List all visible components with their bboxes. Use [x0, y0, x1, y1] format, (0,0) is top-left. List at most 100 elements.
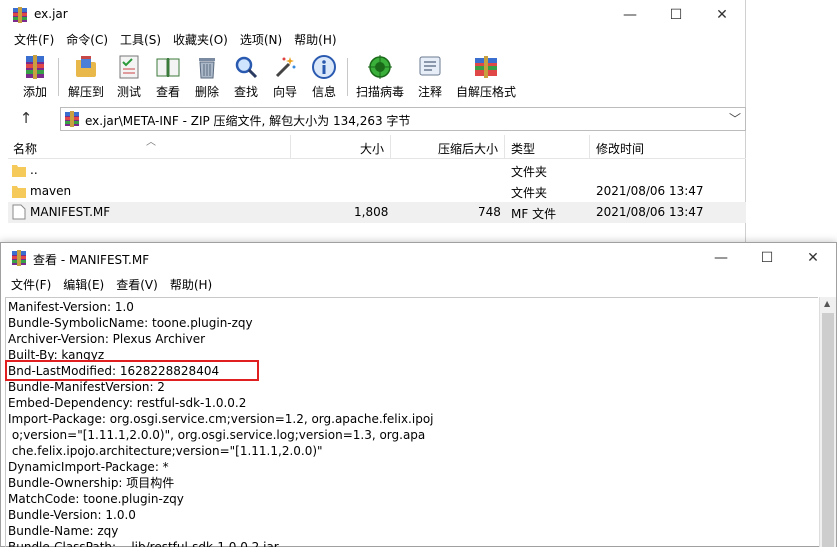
wizard-label: 向导 — [272, 85, 297, 99]
extract-to-button[interactable]: 解压到 — [64, 52, 108, 100]
main-toolbar: 添加 解压到 测试 查看 删除 查找 向导 信息 扫描病毒 注释 自解压格式 — [0, 52, 746, 102]
folder-icon — [12, 165, 26, 177]
manifest-line: Manifest-Version: 1.0 — [8, 300, 134, 314]
vertical-scrollbar[interactable]: ▲ — [819, 297, 836, 547]
scrollbar-thumb[interactable] — [822, 313, 834, 547]
view-label: 查看 — [155, 85, 180, 99]
add-label: 添加 — [22, 85, 47, 99]
find-label: 查找 — [233, 85, 258, 99]
up-arrow-icon[interactable]: ↑ — [16, 108, 36, 128]
wizard-icon — [275, 57, 296, 78]
manifest-line: Bundle-ClassPath: ., lib/restful-sdk-1.0… — [8, 540, 279, 547]
scroll-up-icon[interactable]: ▲ — [824, 299, 830, 308]
main-menu-bar: 文件(F) 命令(C) 工具(S) 收藏夹(O) 选项(N) 帮助(H) — [0, 30, 343, 50]
address-field[interactable]: ex.jar\META-INF - ZIP 压缩文件, 解包大小为 134,26… — [60, 107, 746, 131]
viewer-window: 查看 - MANIFEST.MF — ☐ ✕ 文件(F) 编辑(E) 查看(V)… — [0, 242, 837, 547]
manifest-line: MatchCode: toone.plugin-zqy — [8, 492, 184, 506]
menu-options[interactable]: 选项(N) — [234, 30, 288, 50]
sfx-icon — [475, 56, 497, 78]
info-icon — [312, 55, 336, 79]
find-icon — [235, 56, 258, 79]
comment-button[interactable]: 注释 — [408, 52, 452, 100]
add-button[interactable]: 添加 — [13, 52, 57, 100]
viewer-close-button[interactable]: ✕ — [790, 243, 836, 273]
comment-label: 注释 — [417, 85, 442, 99]
manifest-line: Import-Package: org.osgi.service.cm;vers… — [8, 412, 434, 426]
file-list-header: ︿ 名称 大小 压缩后大小 类型 修改时间 — [8, 135, 746, 159]
info-button[interactable]: 信息 — [302, 52, 346, 100]
add-archive-icon — [26, 55, 44, 79]
manifest-line: DynamicImport-Package: * — [8, 460, 169, 474]
address-path: ex.jar\META-INF - ZIP 压缩文件, 解包大小为 134,26… — [85, 114, 411, 128]
winrar-app-icon — [12, 250, 26, 266]
toolbar-separator — [347, 58, 348, 96]
virus-scan-label: 扫描病毒 — [355, 85, 404, 99]
manifest-line: Bundle-Version: 1.0.0 — [8, 508, 136, 522]
menu-commands[interactable]: 命令(C) — [60, 30, 114, 50]
info-label: 信息 — [311, 85, 336, 99]
delete-button[interactable]: 删除 — [185, 52, 229, 100]
menu-help[interactable]: 帮助(H) — [288, 30, 342, 50]
sort-ascending-icon: ︿ — [146, 137, 156, 148]
menu-favorites[interactable]: 收藏夹(O) — [167, 30, 234, 50]
maximize-button[interactable]: ☐ — [653, 0, 699, 30]
manifest-line: Bundle-Name: zqy — [8, 524, 119, 538]
toolbar-separator — [58, 58, 59, 96]
extract-to-label: 解压到 — [67, 85, 104, 99]
delete-icon — [199, 58, 215, 79]
viewer-title-bar: 查看 - MANIFEST.MF — ☐ ✕ — [1, 243, 836, 274]
viewer-menu-bar: 文件(F) 编辑(E) 查看(V) 帮助(H) — [1, 274, 218, 296]
viewer-window-title: 查看 - MANIFEST.MF — [33, 253, 150, 267]
archive-icon — [65, 111, 79, 127]
manifest-line: Bundle-ManifestVersion: 2 — [8, 380, 165, 394]
column-size[interactable]: 大小 — [360, 140, 384, 157]
column-type[interactable]: 类型 — [511, 140, 535, 157]
test-label: 测试 — [116, 85, 141, 99]
menu-tools[interactable]: 工具(S) — [114, 30, 167, 50]
viewer-menu-edit[interactable]: 编辑(E) — [57, 274, 110, 296]
delete-label: 删除 — [194, 85, 219, 99]
sfx-button[interactable]: 自解压格式 — [455, 52, 517, 100]
chevron-down-icon[interactable]: ﹀ — [729, 110, 741, 127]
wizard-button[interactable]: 向导 — [263, 52, 307, 100]
winrar-app-icon — [13, 7, 27, 23]
viewer-maximize-button[interactable]: ☐ — [744, 243, 790, 273]
highlight-box — [5, 360, 259, 381]
viewer-menu-help[interactable]: 帮助(H) — [164, 274, 218, 296]
manifest-line: Embed-Dependency: restful-sdk-1.0.0.2 — [8, 396, 247, 410]
address-bar: ↑ ex.jar\META-INF - ZIP 压缩文件, 解包大小为 134,… — [0, 104, 746, 132]
virus-scan-icon — [368, 55, 392, 79]
main-window-title: ex.jar — [34, 7, 68, 21]
file-list: ︿ 名称 大小 压缩后大小 类型 修改时间 .. 文件夹 maven 文件夹 2… — [8, 135, 746, 250]
column-modified[interactable]: 修改时间 — [596, 140, 644, 157]
column-packed-size[interactable]: 压缩后大小 — [438, 140, 498, 157]
folder-icon — [12, 186, 26, 198]
test-button[interactable]: 测试 — [107, 52, 151, 100]
file-row-manifest[interactable]: MANIFEST.MF 1,808 748 MF 文件 2021/08/06 1… — [8, 202, 746, 223]
manifest-text-area[interactable]: Manifest-Version: 1.0 Bundle-SymbolicName… — [5, 297, 818, 547]
manifest-line: Archiver-Version: Plexus Archiver — [8, 332, 206, 346]
viewer-menu-view[interactable]: 查看(V) — [110, 274, 164, 296]
find-button[interactable]: 查找 — [224, 52, 268, 100]
manifest-line: che.felix.ipojo.architecture;version="[1… — [8, 444, 323, 458]
manifest-line: Bundle-Ownership: 项目构件 — [8, 476, 175, 490]
view-icon — [156, 58, 180, 77]
test-icon — [119, 55, 139, 79]
manifest-line: o;version="[1.11.1,2.0.0)", org.osgi.ser… — [8, 428, 426, 442]
virus-scan-button[interactable]: 扫描病毒 — [352, 52, 408, 100]
viewer-menu-file[interactable]: 文件(F) — [5, 274, 57, 296]
column-name[interactable]: 名称 — [13, 140, 37, 157]
extract-to-icon — [76, 56, 96, 77]
menu-file[interactable]: 文件(F) — [8, 30, 60, 50]
file-icon — [12, 204, 26, 220]
viewer-minimize-button[interactable]: — — [698, 243, 744, 273]
file-row-parent[interactable]: .. 文件夹 — [8, 160, 746, 181]
file-row-maven[interactable]: maven 文件夹 2021/08/06 13:47 — [8, 181, 746, 202]
view-button[interactable]: 查看 — [146, 52, 190, 100]
minimize-button[interactable]: — — [607, 0, 653, 30]
comment-icon — [419, 56, 441, 76]
manifest-line: Bundle-SymbolicName: toone.plugin-zqy — [8, 316, 253, 330]
sfx-label: 自解压格式 — [455, 85, 516, 99]
close-button[interactable]: ✕ — [699, 0, 745, 30]
winrar-main-window: ex.jar — ☐ ✕ 文件(F) 命令(C) 工具(S) 收藏夹(O) 选项… — [0, 0, 746, 250]
